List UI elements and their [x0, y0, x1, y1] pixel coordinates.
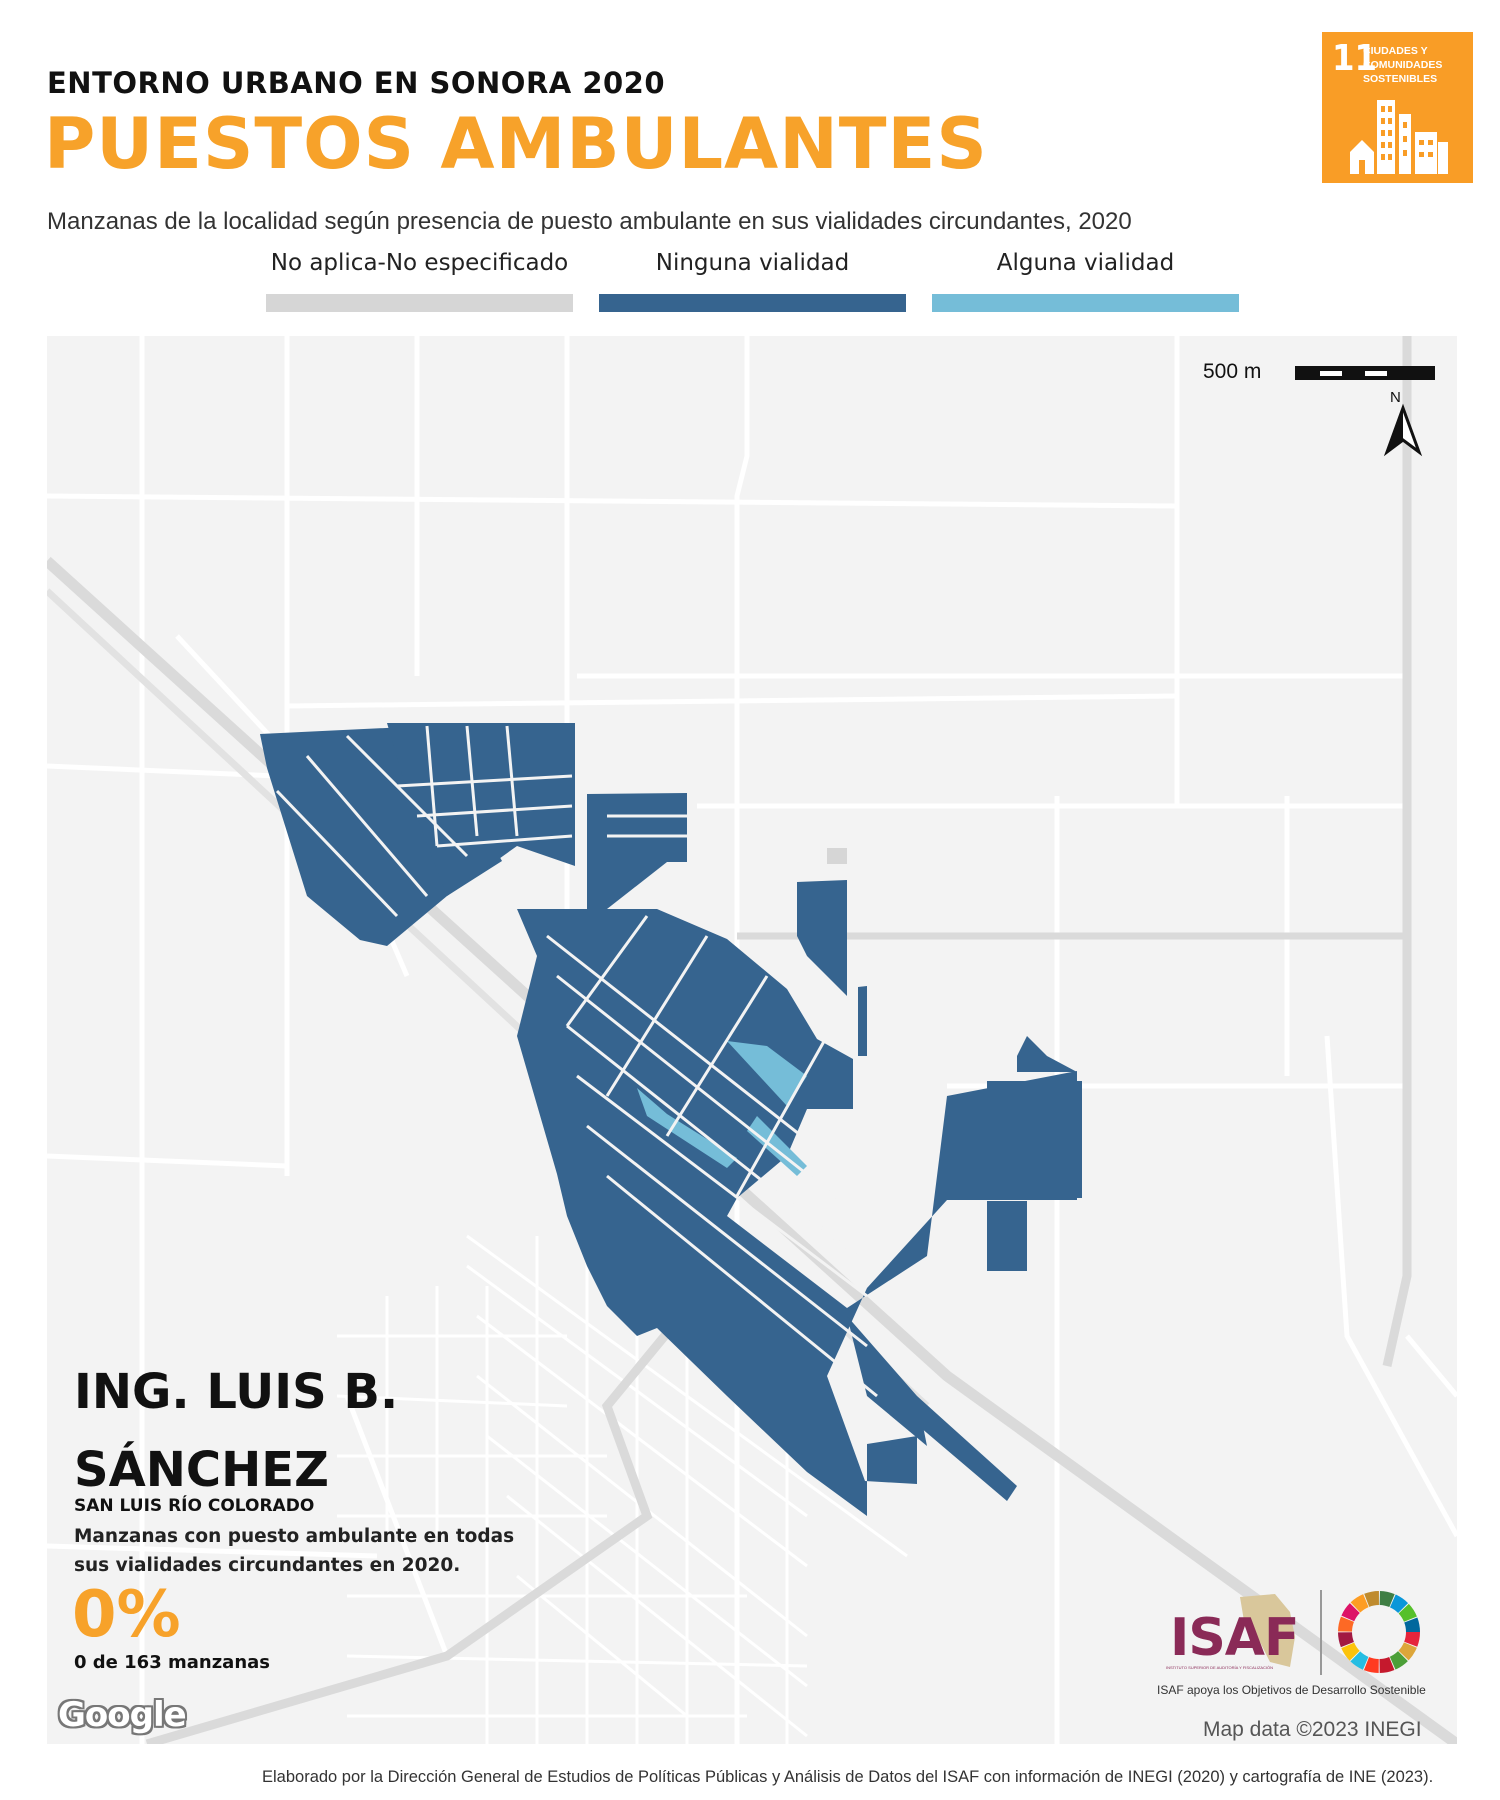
google-logo: Google [58, 1695, 187, 1735]
subtitle: Manzanas de la localidad según presencia… [47, 208, 1132, 235]
legend-item-no-aplica: No aplica-No especificado [266, 250, 573, 312]
summary-count: 0 de 163 manzanas [74, 1652, 271, 1673]
legend-item-alguna: Alguna vialidad [932, 250, 1239, 312]
scale-bar [1295, 366, 1435, 380]
legend-label: Alguna vialidad [996, 250, 1175, 276]
legend-label: No aplica-No especificado [270, 250, 569, 276]
sdg-wheel-icon [1338, 1591, 1420, 1673]
block-group-south-east [987, 1201, 1027, 1271]
legend-label: Ninguna vialidad [655, 250, 850, 276]
supertitle: ENTORNO URBANO EN SONORA 2020 [47, 66, 666, 100]
municipio-name: SAN LUIS RÍO COLORADO [74, 1496, 315, 1516]
sdg-text: CIUDADES Y COMUNIDADES SOSTENIBLES [1363, 45, 1443, 85]
sdg-11-badge: 11 CIUDADES Y COMUNIDADES SOSTENIBLES [1322, 32, 1473, 183]
block-group-north-east [587, 793, 687, 862]
legend-swatch-light-blue [932, 294, 1239, 312]
page-title: PUESTOS AMBULANTES [44, 103, 988, 185]
summary-description: Manzanas con puesto ambulante en todas s… [74, 1526, 515, 1576]
block-thin-east [858, 986, 867, 1056]
scale-label: 500 m [1203, 360, 1262, 383]
map-attribution: Map data ©2023 INEGI [1203, 1718, 1422, 1741]
isaf-caption: ISAF apoya los Objetivos de Desarrollo S… [1157, 1683, 1426, 1697]
north-label: N [1390, 389, 1401, 406]
legend-swatch-gray [266, 294, 573, 312]
legend-swatch-dark-blue [599, 294, 906, 312]
block-large-east [987, 1081, 1082, 1198]
localidad-name: ING. LUIS B. SÁNCHEZ [74, 1364, 399, 1498]
city-buildings-icon [1350, 100, 1448, 174]
isaf-small-text: INSTITUTO SUPERIOR DE AUDITORÍA Y FISCAL… [1166, 1665, 1274, 1670]
isaf-logo: ISAF [1170, 1608, 1300, 1668]
legend-item-ninguna: Ninguna vialidad [599, 250, 906, 312]
block-na [827, 848, 847, 864]
footer-credits: Elaborado por la Dirección General de Es… [262, 1768, 1434, 1786]
logo-divider [1320, 1590, 1322, 1675]
summary-percent: 0% [72, 1578, 181, 1652]
